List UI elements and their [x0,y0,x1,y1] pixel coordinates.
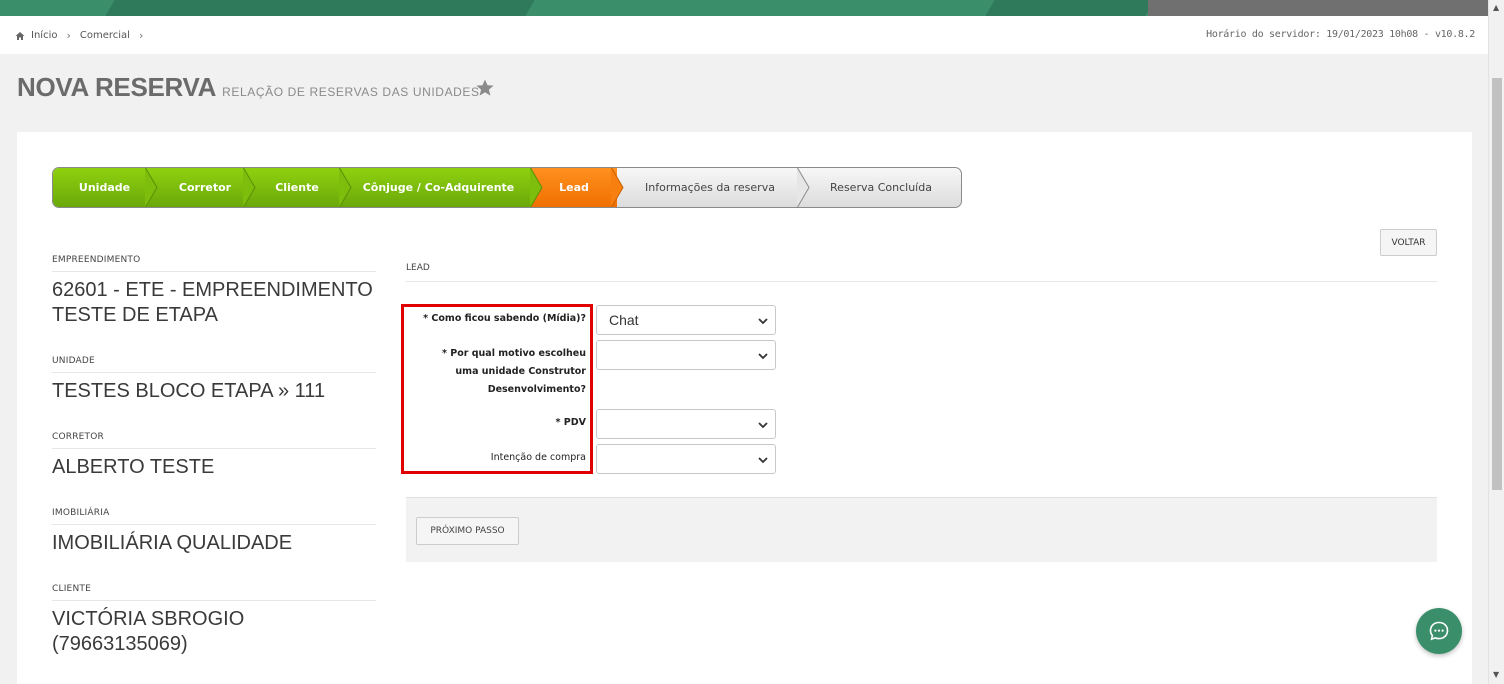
info-value-line: VICTÓRIA SBROGIO [52,608,245,630]
breadcrumb-home-link[interactable]: Início [31,30,57,41]
midia-select[interactable]: Chat [596,305,776,335]
server-time: Horário do servidor: 19/01/2023 10h08 - … [1206,29,1475,40]
info-imobiliaria: IMOBILIÁRIA IMOBILIÁRIA QUALIDADE [52,508,376,556]
chevron-down-icon [758,353,768,360]
chevron-down-icon [758,457,768,464]
intencao-label: Intenção de compra [490,452,586,463]
form-actions: PRÓXIMO PASSO [406,497,1437,562]
pdv-label: * PDV [555,417,586,428]
motivo-label: * Por qual motivo escolheu uma unidade C… [442,345,586,399]
divider [406,281,1437,282]
info-value-line: TESTE DE ETAPA [52,304,218,326]
info-value: 62601 - ETE - EMPREENDIMENTO TESTE DE ET… [52,278,376,328]
scrollbar-thumb[interactable] [1492,78,1502,490]
info-value: TESTES BLOCO ETAPA » 111 [52,380,326,402]
info-value: ALBERTO TESTE [52,456,215,478]
top-bar-gray [1148,0,1488,16]
step-arrows [145,168,810,207]
info-label: CORRETOR [52,432,376,449]
chat-button[interactable] [1416,608,1462,654]
info-corretor: CORRETOR ALBERTO TESTE [52,432,376,480]
back-button[interactable]: VOLTAR [1380,229,1437,256]
info-value: VICTÓRIA SBROGIO (79663135069) [52,607,376,657]
home-icon [15,31,25,40]
pdv-select[interactable] [596,409,776,439]
info-value-line: (79663135069) [52,633,188,655]
top-bar-band [985,0,1155,16]
breadcrumb-comercial-link[interactable]: Comercial [80,30,130,41]
info-value: IMOBILIÁRIA QUALIDADE [52,532,293,554]
step-wizard: Unidade Corretor Cliente Cônjuge / Co-Ad… [52,167,962,208]
page-title: NOVA RESERVA RELAÇÃO DE RESERVAS DAS UNI… [17,72,480,103]
star-icon[interactable] [475,78,495,98]
info-unidade: UNIDADE TESTES BLOCO ETAPA » 111 [52,356,376,404]
scroll-down-icon[interactable]: ▼ [1493,670,1499,679]
info-label: UNIDADE [52,356,376,373]
info-empreendimento: EMPREENDIMENTO 62601 - ETE - EMPREENDIME… [52,255,376,328]
chat-icon [1429,621,1449,641]
motivo-label-line: uma unidade Construtor [455,366,586,377]
chevron-right-icon: › [138,29,144,42]
top-bar-band [105,0,535,16]
midia-selected-value: Chat [609,312,639,328]
info-label: CLIENTE [52,584,376,601]
info-cliente: CLIENTE VICTÓRIA SBROGIO (79663135069) [52,584,376,657]
motivo-label-line: * Por qual motivo escolheu [441,348,586,359]
scrollbar[interactable]: ▲ ▼ [1488,0,1504,684]
info-label: IMOBILIÁRIA [52,508,376,525]
info-value-line: 62601 - ETE - EMPREENDIMENTO [52,279,373,301]
breadcrumb-bar: Início › Comercial › Horário do servidor… [0,16,1488,54]
breadcrumb: Início › Comercial › [15,29,146,42]
intencao-select[interactable] [596,444,776,474]
chevron-down-icon [758,318,768,325]
chevron-down-icon [758,422,768,429]
next-step-button[interactable]: PRÓXIMO PASSO [416,517,519,545]
motivo-select[interactable] [596,340,776,370]
page-title-text: NOVA RESERVA [17,72,217,102]
top-bar [0,0,1488,16]
chevron-right-icon: › [66,29,71,42]
midia-label: * Como ficou sabendo (Mídia)? [423,313,586,324]
section-label: LEAD [406,263,430,273]
scroll-up-icon[interactable]: ▲ [1493,3,1499,12]
info-label: EMPREENDIMENTO [52,255,376,272]
page-subtitle: RELAÇÃO DE RESERVAS DAS UNIDADES [222,85,480,99]
motivo-label-line: Desenvolvimento? [487,384,586,395]
